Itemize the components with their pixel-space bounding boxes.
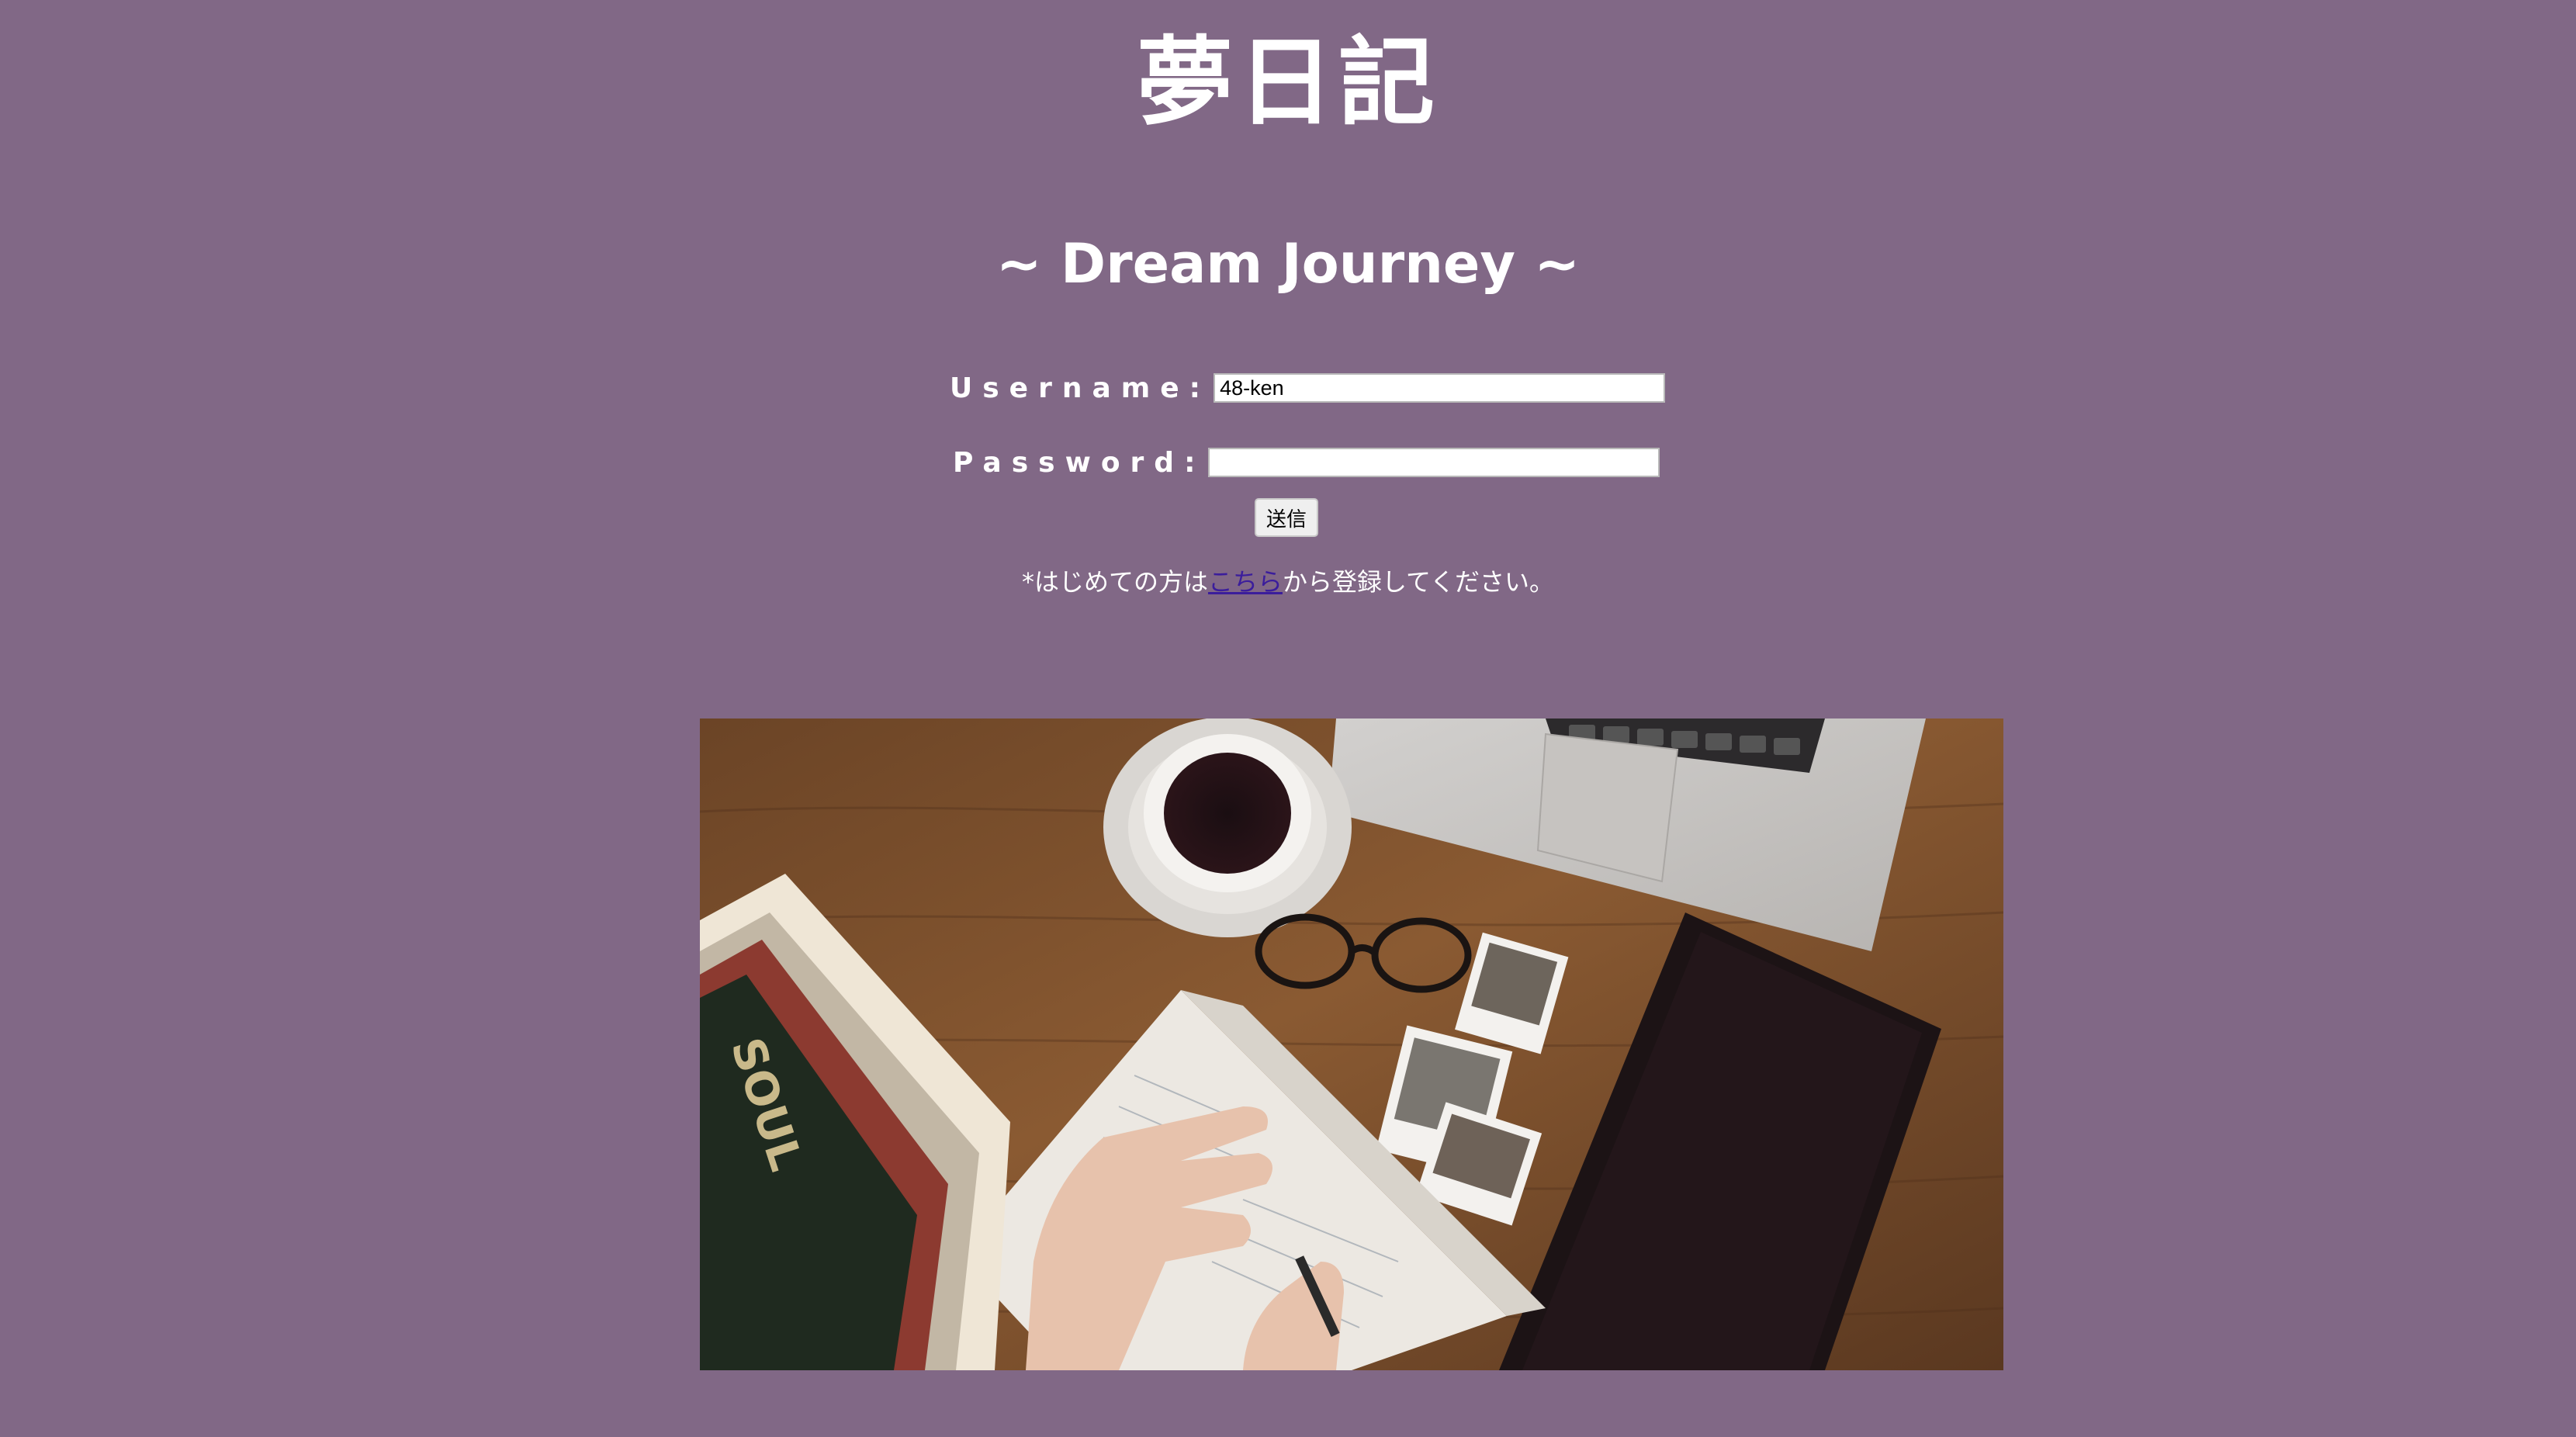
page-subtitle: ~ Dream Journey ~ bbox=[995, 232, 1581, 296]
username-input[interactable] bbox=[1214, 373, 1666, 403]
username-row: Username: bbox=[950, 369, 1666, 407]
coffee-cup-shape bbox=[1103, 718, 1352, 937]
page-title: 夢日記 bbox=[1136, 27, 1439, 139]
register-note: *はじめての方はこちらから登録してください。 bbox=[0, 560, 2576, 604]
password-input[interactable] bbox=[1208, 448, 1660, 477]
register-link[interactable]: こちら bbox=[1208, 567, 1283, 597]
register-note-suffix: から登録してください。 bbox=[1282, 567, 1555, 597]
password-row: Password: bbox=[953, 444, 1660, 481]
register-note-prefix: *はじめての方は bbox=[1021, 567, 1208, 597]
submit-button[interactable]: 送信 bbox=[1255, 498, 1318, 537]
login-page: 夢日記 ~ Dream Journey ~ Username: Password… bbox=[0, 0, 2576, 1437]
desk-photo: SOUL bbox=[700, 718, 2003, 1370]
username-label: Username: bbox=[950, 372, 1211, 404]
password-label: Password: bbox=[953, 446, 1206, 479]
